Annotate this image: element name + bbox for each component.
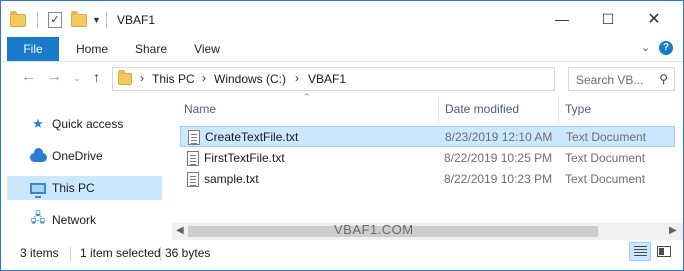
text-file-icon [187,172,199,187]
sidebar-item-label: Quick access [52,117,124,131]
sidebar-item-network[interactable]: 🖧 Network [7,208,162,232]
sidebar-item-label: This PC [52,181,95,195]
file-list: ⌃ Name Date modified Type CreateTextFile… [172,92,683,239]
maximize-button[interactable]: ☐ [585,1,631,37]
properties-icon[interactable]: ✓ [48,10,62,30]
file-type: Text Document [565,172,646,186]
breadcrumb-vbaf1[interactable]: VBAF1 [308,72,346,86]
scroll-left-icon[interactable]: ◀ [176,225,184,236]
horizontal-scrollbar[interactable]: ◀ VBAF1.COM ▶ [172,222,683,240]
file-row[interactable]: sample.txt 8/22/2019 10:23 PM Text Docum… [180,169,675,190]
tab-home[interactable]: Home [67,37,117,61]
watermark: VBAF1.COM [334,222,414,237]
expand-ribbon-icon[interactable]: ⌄ [641,41,650,54]
file-date: 8/23/2019 12:10 AM [445,130,553,144]
new-folder-icon[interactable] [71,10,87,30]
file-row[interactable]: CreateTextFile.txt 8/23/2019 12:10 AM Te… [180,126,675,147]
forward-button[interactable]: → [47,68,62,85]
sidebar-item-this-pc[interactable]: This PC [7,176,162,200]
tab-share[interactable]: Share [125,37,177,61]
minimize-button[interactable]: — [539,1,585,37]
sidebar-item-quick-access[interactable]: ★ Quick access [7,112,162,136]
navigation-pane: ★ Quick access OneDrive This PC 🖧 Networ… [1,94,164,239]
text-file-icon [188,130,200,145]
search-placeholder: Search VB... [576,73,644,87]
file-type: Text Document [566,130,647,144]
file-type: Text Document [565,151,646,165]
file-name: FirstTextFile.txt [204,151,285,165]
recent-locations-icon[interactable]: ⌄ [73,73,81,84]
chevron-right-icon[interactable]: › [295,71,299,85]
column-header-name[interactable]: Name [184,102,216,116]
address-bar[interactable]: › This PC › Windows (C:) › VBAF1 ⌄ ↻ [112,67,662,91]
scroll-right-icon[interactable]: ▶ [669,225,677,236]
sort-ascending-icon: ⌃ [303,92,311,102]
column-divider[interactable] [438,97,439,123]
details-view-icon [633,246,647,257]
file-name: sample.txt [204,172,259,186]
status-item-count: 3 items [20,246,59,260]
details-view-button[interactable] [629,242,651,261]
status-bar: 3 items 1 item selected 36 bytes [1,241,683,270]
divider [37,12,38,28]
large-icons-view-button[interactable] [653,242,675,261]
file-date: 8/22/2019 10:25 PM [444,151,553,165]
column-divider[interactable] [558,97,559,123]
pc-icon [29,180,47,198]
divider [106,12,107,28]
chevron-right-icon[interactable]: › [140,71,144,85]
help-icon[interactable]: ? [659,41,673,55]
ribbon: File Home Share View ⌄ ? [1,37,683,62]
folder-icon [10,10,26,30]
customize-toolbar-icon[interactable]: ▼ [92,10,101,30]
title-bar: ✓ ▼ VBAF1 — ☐ ✕ [1,1,683,37]
close-button[interactable]: ✕ [631,1,677,37]
search-icon[interactable]: ⚲ [659,72,668,86]
search-box[interactable]: Search VB... ⚲ [568,67,675,91]
status-selected: 1 item selected [80,246,161,260]
breadcrumb-this-pc[interactable]: This PC [152,72,195,86]
divider [160,247,161,261]
window-title: VBAF1 [117,13,156,27]
chevron-right-icon[interactable]: › [202,71,206,85]
text-file-icon [187,151,199,166]
file-date: 8/22/2019 10:23 PM [444,172,553,186]
sidebar-item-onedrive[interactable]: OneDrive [7,144,162,168]
tab-view[interactable]: View [184,37,230,61]
up-button[interactable]: ↑ [93,69,100,85]
folder-icon [118,70,132,85]
network-icon: 🖧 [30,210,46,225]
divider [70,247,71,261]
tab-file[interactable]: File [7,37,59,61]
large-icons-view-icon [657,246,671,257]
file-row[interactable]: FirstTextFile.txt 8/22/2019 10:25 PM Tex… [180,148,675,169]
file-name: CreateTextFile.txt [205,130,299,144]
sidebar-item-label: Network [52,213,97,227]
status-size: 36 bytes [165,246,211,260]
breadcrumb-windows-c[interactable]: Windows (C:) [214,72,286,86]
back-button[interactable]: ← [21,68,36,85]
cloud-icon [29,148,47,164]
sidebar-item-label: OneDrive [52,149,103,163]
column-header-date[interactable]: Date modified [445,102,519,116]
navigation-bar: ← → ⌄ ↑ › This PC › Windows (C:) › VBAF1… [1,62,683,94]
explorer-window: ✓ ▼ VBAF1 — ☐ ✕ File Home Share View ⌄ ?… [0,0,684,271]
star-icon: ★ [32,116,44,131]
column-header-type[interactable]: Type [565,102,591,116]
